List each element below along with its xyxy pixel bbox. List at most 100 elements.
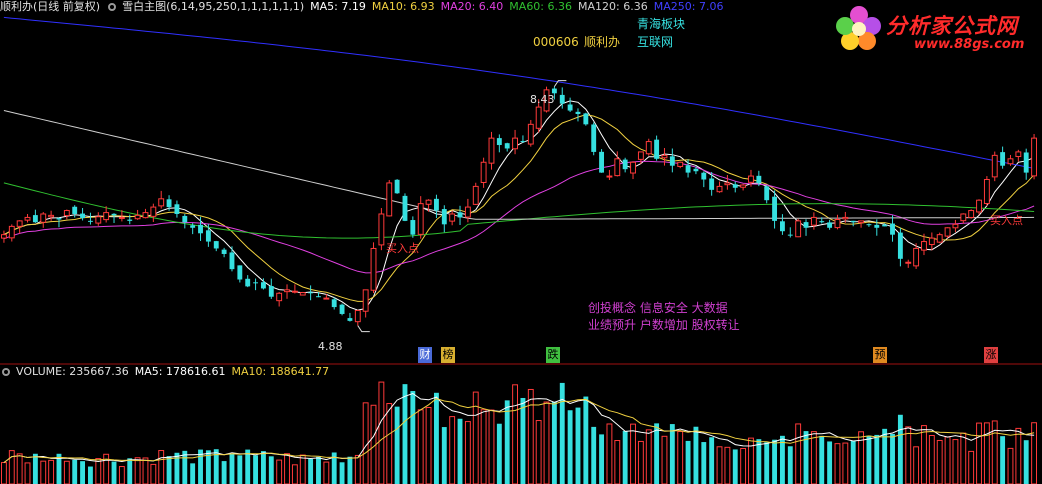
event-rank-badge[interactable]: 榜: [441, 347, 455, 363]
candle-body: [496, 138, 502, 146]
candle-body: [606, 175, 613, 178]
candle-body: [850, 220, 856, 223]
volume-bar: [308, 458, 314, 484]
ma10-value: MA10: 6.93: [371, 0, 435, 13]
candle-body: [213, 241, 219, 249]
candle-body: [732, 184, 738, 188]
candle-body: [260, 282, 266, 289]
candle-body: [299, 292, 306, 296]
candle-body: [599, 151, 605, 173]
candle-body: [16, 220, 23, 227]
candle-body: [709, 178, 715, 190]
volume-bar: [378, 381, 385, 484]
ma250-value: MA250: 7.06: [653, 0, 724, 13]
volume-bar: [693, 426, 699, 484]
candle-body: [504, 143, 510, 149]
candle-body: [80, 213, 86, 219]
candle-body: [787, 234, 793, 236]
candle-body: [386, 182, 393, 217]
volume-bar: [905, 426, 912, 484]
candle-body: [944, 227, 951, 237]
volume-bar: [425, 406, 432, 484]
volume-bar: [551, 401, 557, 484]
sector1-label[interactable]: 青海板块: [637, 17, 685, 31]
candle-body: [331, 299, 337, 308]
volume-bar: [16, 453, 23, 484]
volume-bar: [535, 420, 542, 484]
event-financial-badge[interactable]: 财: [418, 347, 432, 363]
candle-body: [936, 234, 943, 243]
period-label: (日线 前复权): [33, 0, 101, 13]
flower-logo-icon: [836, 6, 881, 50]
stock-code: 000606: [533, 35, 579, 49]
volume-bar: [724, 446, 731, 484]
candle-body: [527, 123, 534, 145]
settings-icon[interactable]: [108, 3, 117, 11]
volume-bar: [685, 440, 691, 484]
candle-body: [827, 222, 833, 228]
watermark-logo: 分析家公式网 www.88gs.com: [834, 4, 1034, 56]
candle-body: [913, 247, 920, 267]
concept-line-1: 创投概念 信息安全 大数据: [588, 301, 728, 315]
candle-body: [291, 290, 298, 293]
volume-bar: [0, 462, 7, 484]
indicator-label[interactable]: 雪白主图(6,14,95,250,1,1,1,1,1,1): [122, 0, 304, 13]
volume-bar: [111, 461, 117, 484]
logo-title: 分析家公式网: [886, 14, 1018, 38]
candle-body: [472, 185, 479, 205]
candle-body: [488, 137, 495, 164]
candle-body: [512, 137, 519, 150]
candle-body: [748, 175, 754, 183]
volume-bar: [402, 384, 408, 484]
event-forecast-badge[interactable]: 预: [873, 347, 887, 363]
candle-body: [677, 161, 684, 167]
volume-bar: [433, 392, 439, 484]
candle-body: [991, 154, 998, 178]
volume-bar: [464, 421, 471, 484]
candle-body: [645, 141, 652, 155]
volume-ma10-value: MA10: 188641.77: [231, 365, 330, 378]
candle-body: [158, 198, 165, 207]
candle-body: [182, 215, 188, 223]
candle-body: [449, 213, 456, 222]
candle-body: [614, 158, 621, 177]
volume-bar: [677, 431, 684, 484]
candle-body: [323, 297, 330, 300]
volume-bar: [512, 384, 519, 484]
candle-body: [347, 318, 353, 321]
candle-body: [1023, 152, 1029, 173]
candle-body: [142, 212, 149, 219]
volume-bar: [150, 463, 157, 484]
volume-ma5-value: MA5: 178616.61: [134, 365, 226, 378]
candle-body: [795, 220, 802, 238]
event-drop-badge[interactable]: 跌: [546, 347, 560, 363]
candle-body: [166, 199, 172, 208]
volume-bar: [787, 446, 793, 484]
candle-body: [111, 213, 117, 216]
chart-canvas[interactable]: [0, 0, 1042, 484]
sector2-label[interactable]: 互联网: [637, 35, 673, 49]
candle-body: [810, 216, 817, 226]
volume-bar: [118, 466, 125, 484]
volume-bar: [1015, 427, 1022, 484]
candle-body: [134, 214, 141, 220]
volume-bar: [795, 423, 802, 484]
volume-bar: [952, 439, 959, 484]
candle-body: [772, 196, 778, 221]
volume-bar: [386, 403, 393, 484]
volume-bar: [827, 441, 833, 484]
volume-bar: [740, 448, 747, 484]
volume-bar: [575, 407, 581, 484]
event-rise-badge[interactable]: 涨: [984, 347, 998, 363]
volume-bar: [134, 457, 141, 484]
candle-body: [583, 113, 589, 125]
volume-settings-icon[interactable]: [2, 368, 10, 376]
volume-bar: [520, 397, 526, 484]
candle-body: [921, 241, 927, 251]
volume-bar: [127, 458, 133, 484]
volume-bar: [316, 456, 321, 484]
candle-body: [56, 218, 62, 220]
candle-body: [221, 249, 227, 254]
candle-body: [268, 286, 274, 297]
candle-body: [362, 289, 369, 312]
